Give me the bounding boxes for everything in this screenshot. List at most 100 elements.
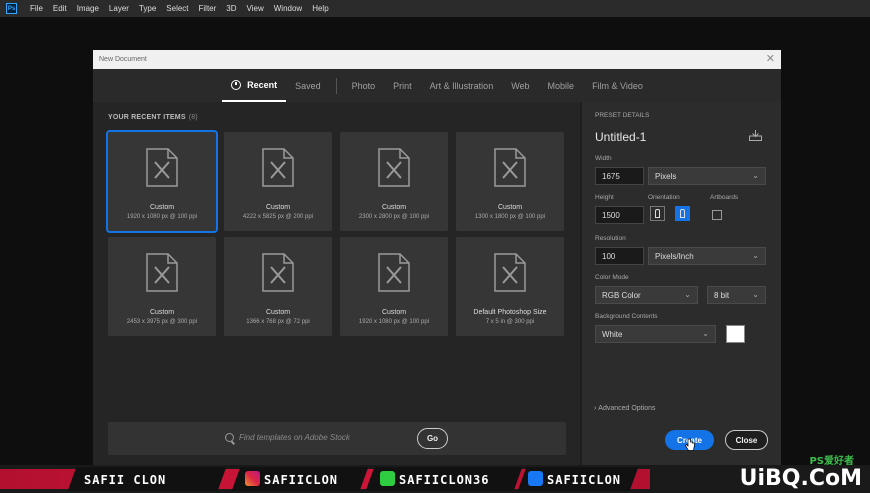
- chevron-down-icon: ⌄: [702, 329, 709, 338]
- card-name: Custom: [149, 204, 175, 211]
- portrait-icon: [655, 209, 660, 218]
- close-button[interactable]: Close: [725, 430, 768, 450]
- menu-edit[interactable]: Edit: [48, 4, 72, 13]
- instagram-handle: SAFIICLON: [264, 473, 339, 487]
- site-watermark: PS爱好者 UiBQ.CoM: [740, 456, 862, 491]
- background-contents-select[interactable]: White ⌄: [595, 325, 716, 343]
- recent-item-card[interactable]: Custom 2300 x 2800 px @ 100 ppi: [340, 132, 448, 231]
- width-label: Width: [595, 155, 612, 162]
- tiktok-icon: [380, 471, 395, 486]
- tab-recent[interactable]: Recent: [222, 69, 287, 102]
- document-name[interactable]: Untitled-1: [595, 130, 646, 144]
- menu-view[interactable]: View: [242, 4, 269, 13]
- search-icon: [225, 433, 234, 442]
- resolution-unit-value: Pixels/Inch: [655, 251, 694, 261]
- card-name: Custom: [381, 309, 407, 316]
- close-icon[interactable]: ✕: [766, 52, 775, 65]
- tab-saved[interactable]: Saved: [286, 69, 330, 102]
- recent-item-card[interactable]: Default Photoshop Size 7 x 5 in @ 300 ppi: [456, 237, 564, 336]
- recent-item-card[interactable]: Custom 1300 x 1800 px @ 100 ppi: [456, 132, 564, 231]
- card-size: 1300 x 1800 px @ 100 ppi: [474, 214, 546, 220]
- orientation-label: Orientation: [648, 194, 680, 201]
- bit-depth-value: 8 bit: [714, 290, 730, 300]
- artboards-label: Artboards: [710, 194, 739, 201]
- bit-depth-select[interactable]: 8 bit ⌄: [707, 286, 766, 304]
- heading-text: YOUR RECENT ITEMS: [108, 114, 186, 121]
- tab-print[interactable]: Print: [384, 69, 421, 102]
- save-preset-icon[interactable]: [749, 130, 762, 141]
- tab-photo[interactable]: Photo: [343, 69, 385, 102]
- recent-items-heading: YOUR RECENT ITEMS (8): [108, 114, 198, 121]
- document-icon: [378, 253, 410, 292]
- stock-search-bar[interactable]: Find templates on Adobe Stock Go: [108, 422, 566, 455]
- recent-item-card[interactable]: Custom 2453 x 3975 px @ 300 ppi: [108, 237, 216, 336]
- menu-image[interactable]: Image: [72, 4, 104, 13]
- document-icon: [146, 148, 178, 187]
- menu-file[interactable]: File: [25, 4, 48, 13]
- menu-window[interactable]: Window: [269, 4, 307, 13]
- channel-name: SAFII CLON: [84, 473, 167, 487]
- width-unit-value: Pixels: [655, 171, 677, 181]
- artboards-checkbox[interactable]: [712, 210, 722, 220]
- menu-select[interactable]: Select: [161, 4, 193, 13]
- card-size: 4222 x 5825 px @ 200 ppi: [242, 214, 314, 220]
- search-input[interactable]: Find templates on Adobe Stock: [239, 433, 350, 442]
- resolution-label: Resolution: [595, 235, 626, 242]
- card-size: 1920 x 1080 px @ 100 ppi: [358, 319, 430, 325]
- document-icon: [262, 148, 294, 187]
- width-unit-select[interactable]: Pixels ⌄: [648, 167, 766, 185]
- tab-film-video[interactable]: Film & Video: [583, 69, 652, 102]
- chevron-down-icon: ⌄: [684, 290, 691, 299]
- advanced-options-toggle[interactable]: › Advanced Options: [594, 405, 655, 412]
- width-field[interactable]: 1675: [595, 167, 644, 185]
- recent-item-card[interactable]: Custom 1366 x 768 px @ 72 ppi: [224, 237, 332, 336]
- height-label: Height: [595, 194, 614, 201]
- chevron-down-icon: ⌄: [752, 251, 759, 260]
- background-color-swatch[interactable]: [726, 325, 745, 343]
- color-mode-label: Color Mode: [595, 274, 629, 281]
- card-name: Custom: [149, 309, 175, 316]
- facebook-handle: SAFIICLON: [547, 473, 622, 487]
- chevron-down-icon: ⌄: [752, 171, 759, 180]
- clock-icon: [231, 79, 242, 90]
- background-contents-label: Background Contents: [595, 313, 658, 320]
- menu-type[interactable]: Type: [134, 4, 161, 13]
- card-size: 2300 x 2800 px @ 100 ppi: [358, 214, 430, 220]
- chevron-down-icon: ⌄: [752, 290, 759, 299]
- document-icon: [146, 253, 178, 292]
- document-icon: [378, 148, 410, 187]
- instagram-icon: [245, 471, 260, 486]
- hand-cursor-icon: [685, 438, 695, 451]
- tab-mobile[interactable]: Mobile: [539, 69, 584, 102]
- recent-item-card[interactable]: Custom 1920 x 1080 px @ 100 ppi: [340, 237, 448, 336]
- height-field[interactable]: 1500: [595, 206, 644, 224]
- preset-details-panel: PRESET DETAILS Untitled-1 Width 1675 Pix…: [582, 102, 781, 465]
- preset-details-heading: PRESET DETAILS: [595, 112, 650, 119]
- document-icon: [494, 253, 526, 292]
- resolution-field[interactable]: 100: [595, 247, 644, 265]
- card-size: 2453 x 3975 px @ 300 ppi: [126, 319, 198, 325]
- card-name: Default Photoshop Size: [473, 309, 547, 316]
- color-mode-select[interactable]: RGB Color ⌄: [595, 286, 698, 304]
- go-button[interactable]: Go: [417, 428, 448, 449]
- card-name: Custom: [381, 204, 407, 211]
- tab-art-illustration[interactable]: Art & Illustration: [421, 69, 503, 102]
- resolution-unit-select[interactable]: Pixels/Inch ⌄: [648, 247, 766, 265]
- menu-filter[interactable]: Filter: [194, 4, 222, 13]
- menu-layer[interactable]: Layer: [104, 4, 134, 13]
- card-name: Custom: [497, 204, 523, 211]
- card-name: Custom: [265, 204, 291, 211]
- recent-item-card[interactable]: Custom 1920 x 1080 px @ 100 ppi: [106, 130, 218, 233]
- landscape-orientation-button[interactable]: [675, 206, 690, 221]
- new-document-dialog: New Document ✕ Recent Saved Photo Print …: [93, 50, 781, 465]
- document-icon: [262, 253, 294, 292]
- portrait-orientation-button[interactable]: [650, 206, 665, 221]
- tab-web[interactable]: Web: [502, 69, 538, 102]
- recent-item-card[interactable]: Custom 4222 x 5825 px @ 200 ppi: [224, 132, 332, 231]
- menu-3d[interactable]: 3D: [221, 4, 241, 13]
- dialog-titlebar: New Document ✕: [93, 50, 781, 69]
- advanced-options-label: Advanced Options: [598, 405, 656, 412]
- menu-help[interactable]: Help: [307, 4, 333, 13]
- recent-items-area: YOUR RECENT ITEMS (8) Custom 1920 x 1080 p…: [93, 102, 580, 465]
- color-mode-value: RGB Color: [602, 290, 641, 300]
